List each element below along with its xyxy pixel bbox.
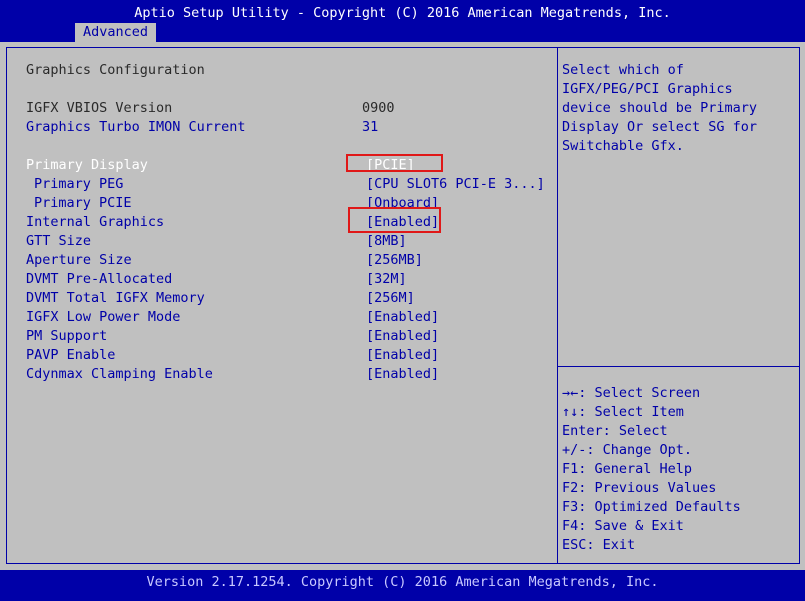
setting-label-igfx-low-power[interactable]: IGFX Low Power Mode bbox=[26, 308, 180, 327]
tab-advanced[interactable]: Advanced bbox=[75, 23, 156, 42]
setting-label-internal-graphics[interactable]: Internal Graphics bbox=[26, 213, 164, 232]
info-value-vbios: 0900 bbox=[362, 100, 395, 116]
setting-value-dvmt-total-memory[interactable]: [256M] bbox=[366, 289, 415, 308]
setting-label-pavp-enable[interactable]: PAVP Enable bbox=[26, 346, 115, 365]
section-title: Graphics Configuration bbox=[26, 62, 205, 78]
setting-label-aperture-size[interactable]: Aperture Size bbox=[26, 251, 132, 270]
key-hint-previous-values: F2: Previous Values bbox=[562, 480, 717, 496]
setting-value-igfx-low-power[interactable]: [Enabled] bbox=[366, 308, 439, 327]
key-hint-change-opt: +/-: Change Opt. bbox=[562, 442, 693, 458]
version-text: Version 2.17.1254. Copyright (C) 2016 Am… bbox=[146, 574, 659, 590]
setting-label-pm-support[interactable]: PM Support bbox=[26, 327, 107, 346]
setting-label-cdynmax-clamping[interactable]: Cdynmax Clamping Enable bbox=[26, 365, 213, 384]
setting-value-aperture-size[interactable]: [256MB] bbox=[366, 251, 423, 270]
setting-value-primary-peg[interactable]: [CPU SLOT6 PCI-E 3...] bbox=[366, 175, 545, 194]
setting-value-pm-support[interactable]: [Enabled] bbox=[366, 327, 439, 346]
help-line: Display Or select SG for bbox=[562, 119, 758, 135]
key-hint-enter: Enter: Select bbox=[562, 423, 668, 439]
help-line: Switchable Gfx. bbox=[562, 138, 684, 154]
help-divider bbox=[558, 366, 800, 367]
key-hint-select-item: ↑↓: Select Item bbox=[562, 404, 684, 420]
setting-value-cdynmax-clamping[interactable]: [Enabled] bbox=[366, 365, 439, 384]
setting-label-dvmt-total-memory[interactable]: DVMT Total IGFX Memory bbox=[26, 289, 205, 308]
setting-label-primary-pcie[interactable]: Primary PCIE bbox=[34, 194, 132, 213]
info-value-turbo-imon: 31 bbox=[362, 119, 379, 135]
setting-label-gtt-size[interactable]: GTT Size bbox=[26, 232, 91, 251]
setting-label-primary-peg[interactable]: Primary PEG bbox=[34, 175, 123, 194]
setting-label-primary-display[interactable]: Primary Display bbox=[26, 156, 148, 175]
setting-value-dvmt-pre-allocated[interactable]: [32M] bbox=[366, 270, 407, 289]
key-hint-select-screen: →←: Select Screen bbox=[562, 385, 701, 401]
panel-divider bbox=[557, 47, 558, 564]
help-line: device should be Primary bbox=[562, 100, 758, 116]
key-hint-optimized-defaults: F3: Optimized Defaults bbox=[562, 499, 741, 515]
highlight-box-primary-display bbox=[346, 154, 443, 172]
help-line: IGFX/PEG/PCI Graphics bbox=[562, 81, 733, 97]
info-label-vbios: IGFX VBIOS Version bbox=[26, 100, 173, 116]
setting-label-dvmt-pre-allocated[interactable]: DVMT Pre-Allocated bbox=[26, 270, 172, 289]
key-hint-esc-exit: ESC: Exit bbox=[562, 537, 636, 553]
info-label-turbo-imon: Graphics Turbo IMON Current bbox=[26, 119, 246, 135]
key-hint-save-exit: F4: Save & Exit bbox=[562, 518, 684, 534]
highlight-box-internal-graphics bbox=[348, 207, 441, 233]
setting-value-pavp-enable[interactable]: [Enabled] bbox=[366, 346, 439, 365]
setting-value-gtt-size[interactable]: [8MB] bbox=[366, 232, 407, 251]
title-text: Aptio Setup Utility - Copyright (C) 2016… bbox=[134, 5, 671, 21]
key-hint-general-help: F1: General Help bbox=[562, 461, 693, 477]
help-line: Select which of bbox=[562, 62, 684, 78]
